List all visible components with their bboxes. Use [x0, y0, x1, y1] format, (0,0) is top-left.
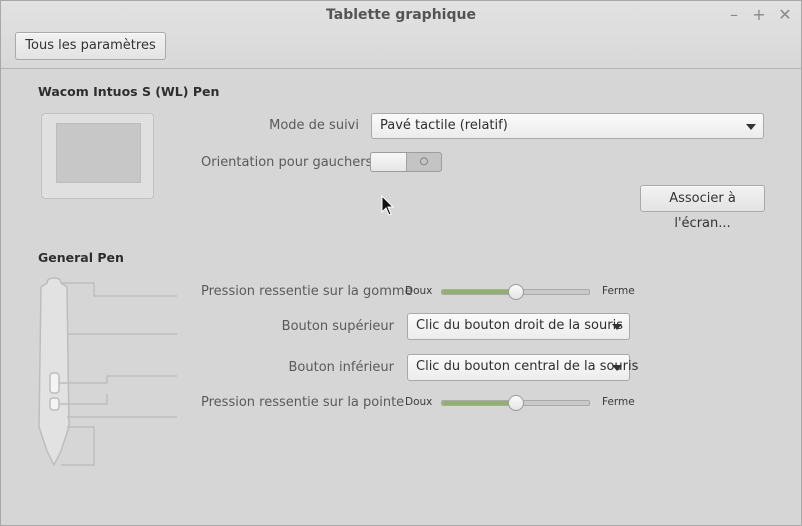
eraser-pressure-fill — [442, 290, 516, 294]
maximize-icon[interactable]: + — [749, 5, 769, 25]
eraser-firm-label: Ferme — [602, 285, 635, 297]
left-handed-switch[interactable]: ○ — [370, 152, 442, 172]
pen-illustration — [38, 277, 177, 467]
eraser-soft-label: Doux — [405, 285, 433, 297]
all-settings-button[interactable]: Tous les paramètres — [15, 32, 166, 60]
tablet-name: Wacom Intuos S (WL) Pen — [38, 84, 220, 99]
tablet-active-area — [56, 123, 141, 183]
map-to-screen-button[interactable]: Associer à l'écran... — [640, 185, 765, 231]
tablet-illustration — [41, 113, 154, 199]
chevron-down-icon — [746, 124, 756, 130]
tracking-mode-value: Pavé tactile (relatif) — [380, 118, 508, 133]
tip-pressure-knob[interactable] — [507, 395, 524, 411]
tip-pressure-slider[interactable] — [441, 395, 590, 411]
switch-knob — [371, 153, 407, 171]
eraser-pressure-slider[interactable] — [441, 284, 590, 300]
switch-off-indicator: ○ — [419, 156, 429, 167]
window-title: Tablette graphique — [326, 7, 476, 23]
lower-button-combo[interactable]: Clic du bouton central de la souris — [407, 354, 638, 381]
tip-firm-label: Ferme — [602, 396, 635, 408]
tracking-mode-combo[interactable]: Pavé tactile (relatif) — [371, 113, 764, 139]
eraser-pressure-label: Pression ressentie sur la gomme — [201, 284, 413, 299]
upper-button-combo[interactable]: Clic du bouton droit de la souris — [407, 313, 630, 340]
upper-button-label: Bouton supérieur — [281, 319, 394, 334]
chevron-down-icon — [612, 365, 622, 371]
lower-button-label: Bouton inférieur — [288, 360, 395, 375]
tracking-mode-label: Mode de suivi — [269, 118, 359, 133]
tip-pressure-label: Pression ressentie sur la pointe — [201, 395, 405, 410]
tip-pressure-fill — [442, 401, 516, 405]
close-icon[interactable]: ✕ — [775, 5, 795, 25]
pen-name: General Pen — [38, 250, 124, 265]
upper-button-value: Clic du bouton droit de la souris — [416, 318, 623, 333]
left-handed-label: Orientation pour gauchers — [201, 155, 373, 170]
window: Tablette graphique – + ✕ Tous les paramè… — [0, 0, 802, 526]
tip-soft-label: Doux — [405, 396, 433, 408]
titlebar: Tablette graphique – + ✕ Tous les paramè… — [1, 1, 801, 69]
lower-button-value: Clic du bouton central de la souris — [416, 359, 639, 374]
chevron-down-icon — [612, 324, 622, 330]
eraser-pressure-knob[interactable] — [507, 284, 524, 300]
mouse-cursor-icon — [381, 195, 395, 216]
minimize-icon[interactable]: – — [724, 5, 744, 25]
